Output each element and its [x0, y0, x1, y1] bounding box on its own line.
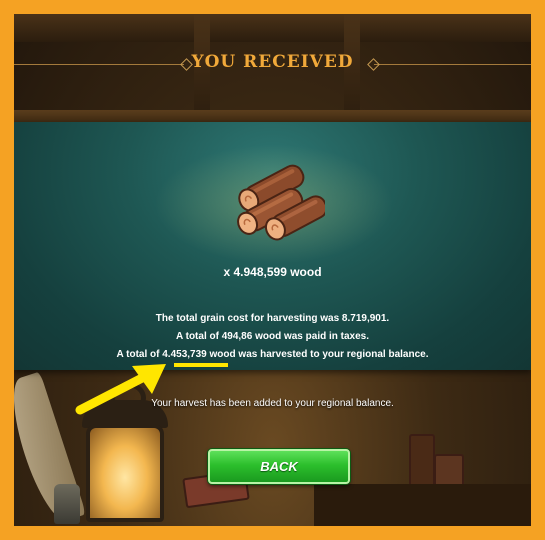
wood-logs-icon — [237, 164, 325, 241]
dialog-title: YOU RECEIVED — [191, 52, 354, 72]
bottle-decoration — [54, 484, 80, 524]
reward-amount: x 4.948,599 wood — [223, 265, 322, 279]
back-button[interactable]: BACK — [208, 449, 350, 484]
game-dialog-frame: YOU RECEIVED x 4.948,599 wood The total … — [14, 14, 531, 526]
tax-paid-text: A total of 494,86 wood was paid in taxes… — [175, 331, 369, 342]
yellow-arrow-icon — [75, 364, 166, 415]
lantern-icon — [86, 424, 164, 522]
harvested-suffix: wood was harvested to your regional bala… — [206, 349, 429, 360]
shelf-decoration — [314, 484, 531, 526]
highlight-underline — [174, 363, 228, 367]
harvest-note: Your harvest has been added to your regi… — [151, 398, 394, 409]
ceiling-beam — [14, 14, 531, 42]
harvest-cost-text: The total grain cost for harvesting was … — [155, 313, 390, 324]
